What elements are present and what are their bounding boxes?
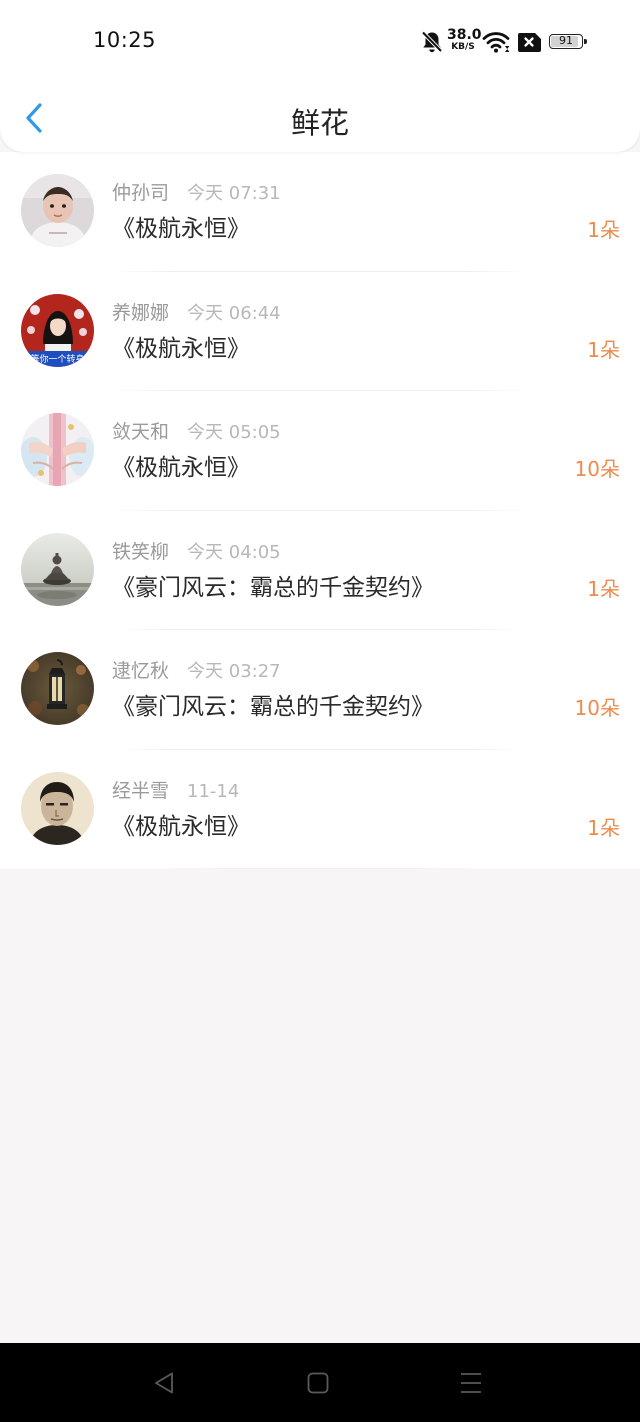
battery-icon: 91 bbox=[549, 34, 587, 49]
system-navigation-bar bbox=[0, 1343, 640, 1422]
nav-bar: 鲜花 bbox=[0, 86, 640, 152]
flower-count: 1朵 bbox=[587, 815, 620, 840]
status-bar: 10:25 38.0 KB/S 91 bbox=[0, 0, 640, 86]
menu-lines-icon bbox=[461, 1373, 481, 1393]
list-item[interactable]: 仲孙司 今天 07:31 《极航永恒》 1朵 bbox=[0, 152, 640, 272]
list-item[interactable]: 逮忆秋 今天 03:27 《豪门风云：霸总的千金契约》 10朵 bbox=[0, 630, 640, 750]
user-name: 仲孙司 bbox=[112, 182, 170, 204]
avatar[interactable]: 等你一个转身 bbox=[21, 293, 94, 367]
list-item[interactable]: 等你一个转身 养娜娜 今天 06:44 《极航永恒》 1朵 bbox=[0, 272, 640, 392]
flower-count: 10朵 bbox=[574, 457, 620, 481]
triangle-back-icon bbox=[155, 1372, 173, 1394]
bell-muted-icon bbox=[421, 30, 443, 58]
timestamp: 今天 06:44 bbox=[187, 302, 281, 324]
avatar[interactable] bbox=[21, 652, 94, 725]
list-item[interactable]: 敛天和 今天 05:05 《极航永恒》 10朵 bbox=[0, 391, 640, 511]
avatar[interactable] bbox=[21, 771, 94, 845]
flower-count: 10朵 bbox=[574, 696, 620, 720]
item-meta: 铁笑柳 今天 04:05 bbox=[112, 540, 281, 565]
item-meta: 经半雪 11-14 bbox=[112, 779, 239, 804]
avatar-caption: 等你一个转身 bbox=[30, 353, 84, 365]
sim-x-icon bbox=[517, 33, 541, 56]
network-speed-unit: KB/S bbox=[451, 42, 475, 52]
timestamp: 今天 03:27 bbox=[187, 661, 281, 682]
avatar[interactable] bbox=[21, 174, 94, 247]
flower-list: 仲孙司 今天 07:31 《极航永恒》 1朵 等你一个转身 养娜娜 今天 06:44 bbox=[0, 152, 640, 869]
page-title: 鲜花 bbox=[290, 106, 349, 140]
system-back-button[interactable] bbox=[148, 1367, 180, 1399]
user-name: 经半雪 bbox=[112, 779, 170, 802]
flower-count: 1朵 bbox=[587, 576, 620, 601]
system-home-button[interactable] bbox=[302, 1367, 334, 1399]
status-time: 10:25 bbox=[93, 28, 157, 52]
user-name: 铁笑柳 bbox=[112, 540, 170, 563]
book-title: 《豪门风云：霸总的千金契约》 bbox=[112, 694, 434, 720]
book-title: 《极航永恒》 bbox=[112, 813, 250, 840]
network-speed: 38.0 KB/S bbox=[447, 27, 482, 52]
book-title: 《极航永恒》 bbox=[112, 216, 250, 242]
book-title: 《极航永恒》 bbox=[112, 335, 250, 362]
list-item[interactable]: 经半雪 11-14 《极航永恒》 1朵 bbox=[0, 750, 640, 870]
network-speed-value: 38.0 bbox=[447, 27, 482, 43]
user-name: 逮忆秋 bbox=[112, 660, 170, 682]
item-meta: 仲孙司 今天 07:31 bbox=[112, 181, 281, 206]
item-meta: 养娜娜 今天 06:44 bbox=[112, 301, 281, 326]
item-meta: 逮忆秋 今天 03:27 bbox=[112, 659, 281, 684]
header: 10:25 38.0 KB/S 91 鲜花 bbox=[0, 0, 640, 152]
timestamp: 今天 07:31 bbox=[187, 183, 281, 204]
timestamp: 11-14 bbox=[187, 780, 240, 802]
wifi-icon bbox=[482, 30, 510, 58]
user-name: 敛天和 bbox=[112, 421, 170, 443]
flower-count: 1朵 bbox=[587, 337, 620, 362]
square-home-icon bbox=[307, 1372, 329, 1394]
battery-level: 91 bbox=[559, 34, 573, 47]
flower-count: 1朵 bbox=[587, 218, 620, 242]
book-title: 《豪门风云：霸总的千金契约》 bbox=[112, 574, 434, 601]
avatar[interactable] bbox=[21, 532, 94, 606]
list-item[interactable]: 铁笑柳 今天 04:05 《豪门风云：霸总的千金契约》 1朵 bbox=[0, 511, 640, 631]
avatar[interactable] bbox=[21, 413, 94, 486]
item-meta: 敛天和 今天 05:05 bbox=[112, 420, 281, 445]
timestamp: 今天 05:05 bbox=[187, 422, 281, 443]
user-name: 养娜娜 bbox=[112, 301, 170, 324]
timestamp: 今天 04:05 bbox=[187, 541, 281, 563]
book-title: 《极航永恒》 bbox=[112, 455, 250, 481]
system-menu-button[interactable] bbox=[455, 1367, 487, 1399]
